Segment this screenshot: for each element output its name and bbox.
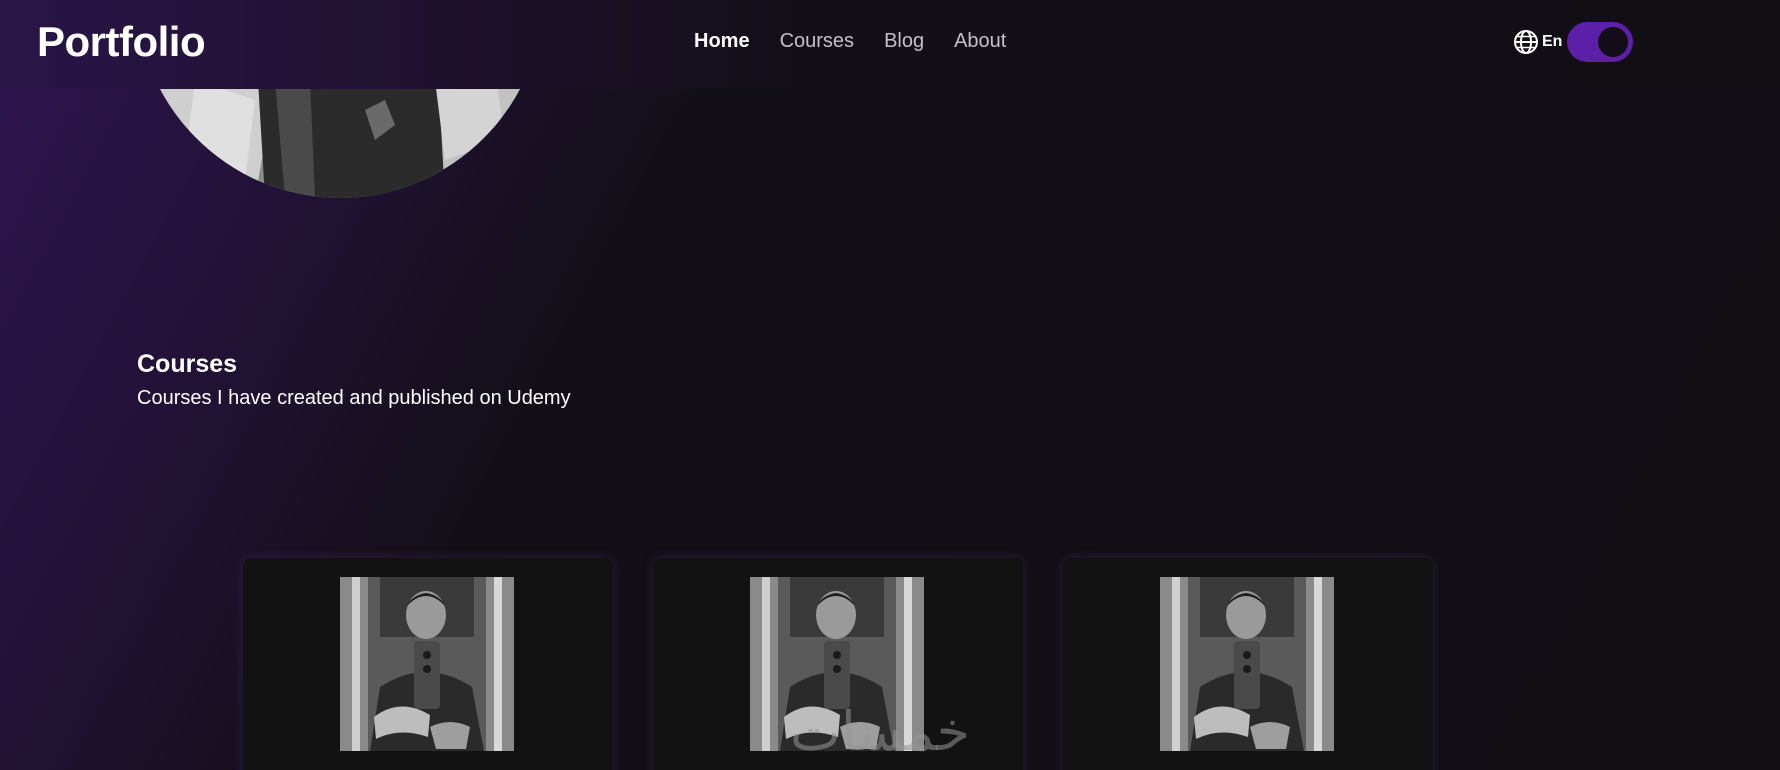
brand-logo[interactable]: Portfolio [37,18,206,66]
courses-section-subtitle: Courses I have created and published on … [137,387,571,409]
course-thumbnail [1160,577,1334,751]
language-code: En [1542,33,1563,50]
site-header: Portfolio Home Courses Blog About En [0,0,1780,88]
language-switcher[interactable]: En [1513,22,1634,62]
course-card[interactable] [1063,558,1433,770]
page: Portfolio Home Courses Blog About En Cou… [0,0,1780,770]
course-card[interactable] [243,558,613,770]
nav-link-courses[interactable]: Courses [780,30,854,53]
theme-toggle[interactable] [1567,22,1634,62]
nav-link-blog[interactable]: Blog [884,30,924,53]
courses-section-title: Courses [137,350,238,378]
toggle-knob [1598,27,1629,57]
nav-link-home[interactable]: Home [694,30,750,53]
main-nav: Home Courses Blog About [694,30,1006,53]
globe-icon[interactable] [1513,29,1539,55]
course-thumbnail [340,577,514,751]
nav-link-about[interactable]: About [954,30,1006,53]
watermark-logo: خمسات [790,700,971,763]
